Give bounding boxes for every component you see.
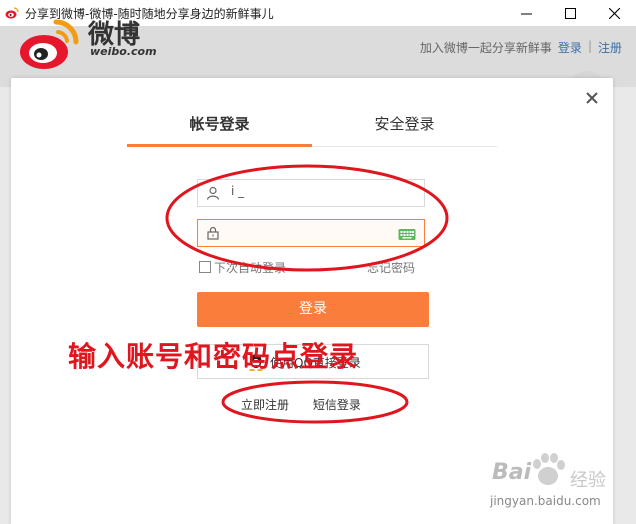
- weibo-app-icon: [5, 7, 19, 19]
- user-icon: [206, 186, 220, 200]
- watermark-suffix: 经验: [570, 470, 606, 491]
- tab-secure-login[interactable]: 安全登录: [312, 106, 497, 146]
- weibo-logo-icon: [20, 19, 79, 69]
- remember-checkbox[interactable]: [199, 261, 211, 273]
- join-text: 加入微博一起分享新鲜事: [419, 41, 552, 55]
- tab-account-login[interactable]: 帐号登录: [127, 106, 312, 146]
- maximize-icon: [564, 7, 576, 19]
- minimize-icon: [520, 13, 532, 14]
- window-close-button[interactable]: [592, 0, 636, 26]
- header-login-link[interactable]: 登录: [558, 39, 582, 56]
- header-links: 加入微博一起分享新鲜事 登录 | 注册: [420, 39, 622, 56]
- password-input[interactable]: [197, 219, 425, 247]
- tab-divider: [312, 146, 497, 147]
- username-input[interactable]: i _: [197, 179, 425, 207]
- sms-login-link[interactable]: 短信登录: [313, 398, 361, 412]
- remember-label: 下次自动登录: [214, 261, 287, 275]
- close-icon: [608, 7, 620, 19]
- weibo-logo: 微博 weibo.com: [18, 14, 157, 74]
- baidu-watermark: Bai 经验 jingyan.baidu.com: [488, 452, 618, 516]
- lock-icon: [207, 226, 219, 240]
- watermark-url: jingyan.baidu.com: [490, 494, 601, 508]
- maximize-button[interactable]: [548, 0, 592, 26]
- minimize-button[interactable]: [504, 0, 548, 26]
- bottom-links: 立即注册 短信登录: [241, 396, 381, 413]
- dialog-close-icon[interactable]: [584, 90, 600, 106]
- username-value: i _: [231, 184, 245, 198]
- header-register-link[interactable]: 注册: [598, 39, 622, 56]
- forgot-password-link[interactable]: 忘记密码: [367, 259, 415, 276]
- annotation-text: 输入账号和密码点登录: [68, 340, 359, 373]
- header-separator: |: [587, 39, 592, 53]
- logo-domain: weibo.com: [90, 45, 157, 58]
- login-options: 下次自动登录 忘记密码: [197, 258, 427, 276]
- register-now-link[interactable]: 立即注册: [241, 398, 289, 412]
- paw-icon: [533, 453, 565, 485]
- active-tab-indicator: [127, 144, 312, 147]
- login-button[interactable]: 登录: [197, 292, 429, 327]
- watermark-brand: Bai: [492, 460, 532, 485]
- login-tabs: 帐号登录 安全登录: [127, 106, 497, 148]
- keyboard-icon[interactable]: [398, 227, 416, 241]
